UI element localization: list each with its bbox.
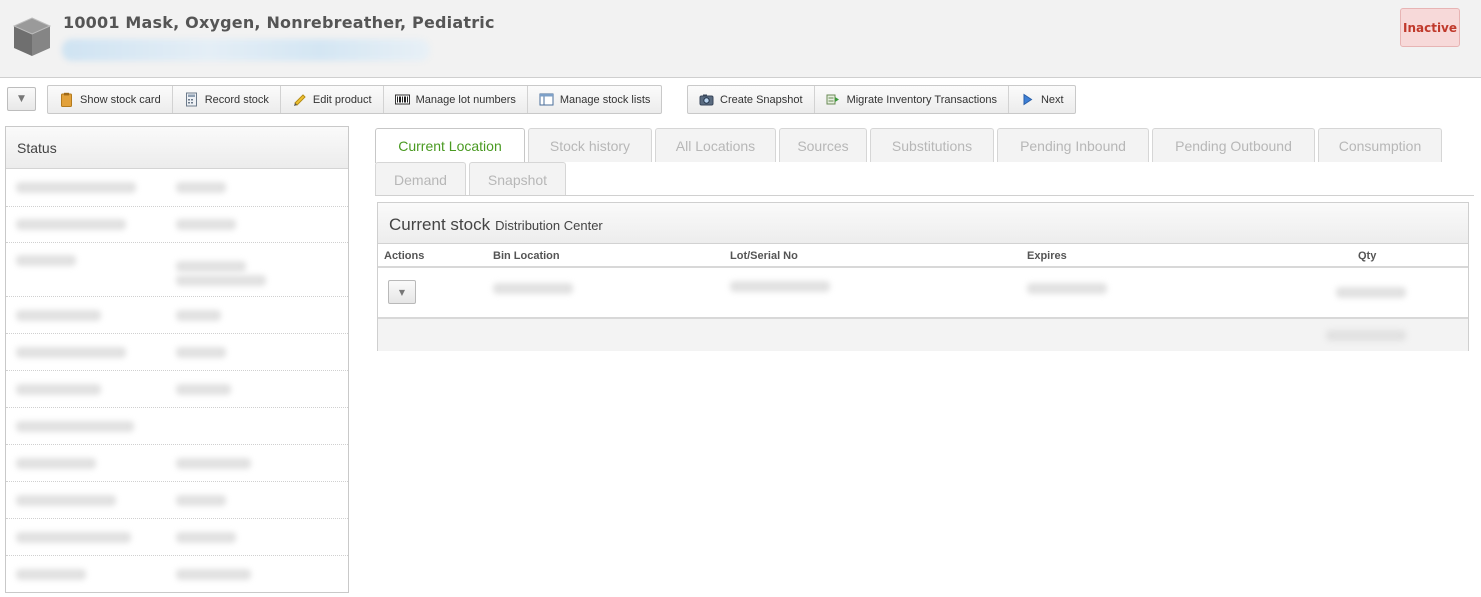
column-header-qty: Qty	[1358, 250, 1377, 262]
record-stock-button[interactable]: Record stock	[173, 86, 281, 113]
tabs-divider	[375, 195, 1474, 196]
product-subtitle-redacted	[62, 39, 430, 61]
list-icon	[539, 93, 554, 106]
column-header-lot-serial: Lot/Serial No	[730, 250, 798, 262]
barcode-icon	[394, 94, 410, 105]
pencil-icon	[293, 94, 306, 106]
product-title: 10001 Mask, Oxygen, Nonrebreather, Pedia…	[63, 13, 495, 32]
edit-product-button[interactable]: Edit product	[281, 86, 384, 113]
lot-serial-redacted	[730, 281, 830, 292]
tab-substitutions[interactable]: Substitutions	[870, 128, 994, 162]
tab-sources[interactable]: Sources	[779, 128, 867, 162]
status-row	[6, 556, 348, 593]
status-row	[6, 519, 348, 556]
stock-table-header: Actions Bin Location Lot/Serial No Expir…	[378, 244, 1468, 268]
total-qty-redacted	[1326, 330, 1406, 341]
status-badge: Inactive	[1400, 8, 1460, 47]
box-icon	[12, 17, 52, 56]
status-row	[6, 297, 348, 334]
migrate-inventory-transactions-button[interactable]: Migrate Inventory Transactions	[815, 86, 1009, 113]
manage-lot-numbers-button[interactable]: Manage lot numbers	[384, 86, 528, 113]
calculator-icon	[185, 92, 197, 107]
tab-pending-inbound[interactable]: Pending Inbound	[997, 128, 1149, 162]
tab-stock-history[interactable]: Stock history	[528, 128, 652, 162]
migrate-icon	[826, 94, 839, 105]
manage-stock-lists-button[interactable]: Manage stock lists	[528, 86, 661, 113]
qty-redacted	[1336, 287, 1406, 298]
current-stock-title: Current stock	[389, 215, 491, 234]
status-row	[6, 243, 348, 297]
bin-location-redacted	[493, 283, 573, 294]
chevron-down-icon: ▼	[398, 287, 406, 297]
row-actions-button[interactable]: ▼	[388, 280, 416, 304]
play-icon	[1023, 93, 1033, 106]
tab-consumption[interactable]: Consumption	[1318, 128, 1442, 162]
expires-redacted	[1027, 283, 1107, 294]
tab-snapshot[interactable]: Snapshot	[469, 162, 566, 196]
product-actions-group: Show stock card Record stock Edit produc…	[47, 85, 663, 114]
tab-demand[interactable]: Demand	[375, 162, 466, 196]
status-row	[6, 482, 348, 519]
column-header-bin-location: Bin Location	[493, 250, 560, 262]
camera-icon	[699, 94, 714, 106]
column-header-actions: Actions	[384, 250, 425, 262]
column-header-expires: Expires	[1027, 250, 1067, 262]
status-row	[6, 169, 348, 207]
stock-table-footer	[378, 317, 1468, 351]
show-stock-card-button[interactable]: Show stock card	[48, 86, 173, 113]
chevron-down-icon: ▼	[18, 94, 25, 104]
tab-pending-outbound[interactable]: Pending Outbound	[1152, 128, 1315, 162]
inventory-actions-group: Create Snapshot Migrate Inventory Transa…	[687, 85, 1076, 114]
next-button[interactable]: Next	[1009, 86, 1075, 113]
current-stock-panel: Current stock Distribution Center Action…	[377, 202, 1469, 351]
status-row	[6, 334, 348, 371]
status-row	[6, 445, 348, 482]
status-row	[6, 408, 348, 445]
current-stock-header: Current stock Distribution Center	[378, 203, 1468, 244]
status-row	[6, 371, 348, 408]
create-snapshot-button[interactable]: Create Snapshot	[688, 86, 815, 113]
clipboard-icon	[61, 92, 72, 107]
current-stock-location: Distribution Center	[495, 218, 603, 233]
tab-all-locations[interactable]: All Locations	[655, 128, 776, 162]
tab-current-location[interactable]: Current Location	[375, 128, 525, 163]
status-row	[6, 207, 348, 243]
status-panel: Status	[5, 126, 349, 593]
actions-menu-button[interactable]: ▼	[7, 87, 36, 111]
product-header: 10001 Mask, Oxygen, Nonrebreather, Pedia…	[0, 0, 1481, 78]
status-panel-title: Status	[6, 127, 348, 169]
